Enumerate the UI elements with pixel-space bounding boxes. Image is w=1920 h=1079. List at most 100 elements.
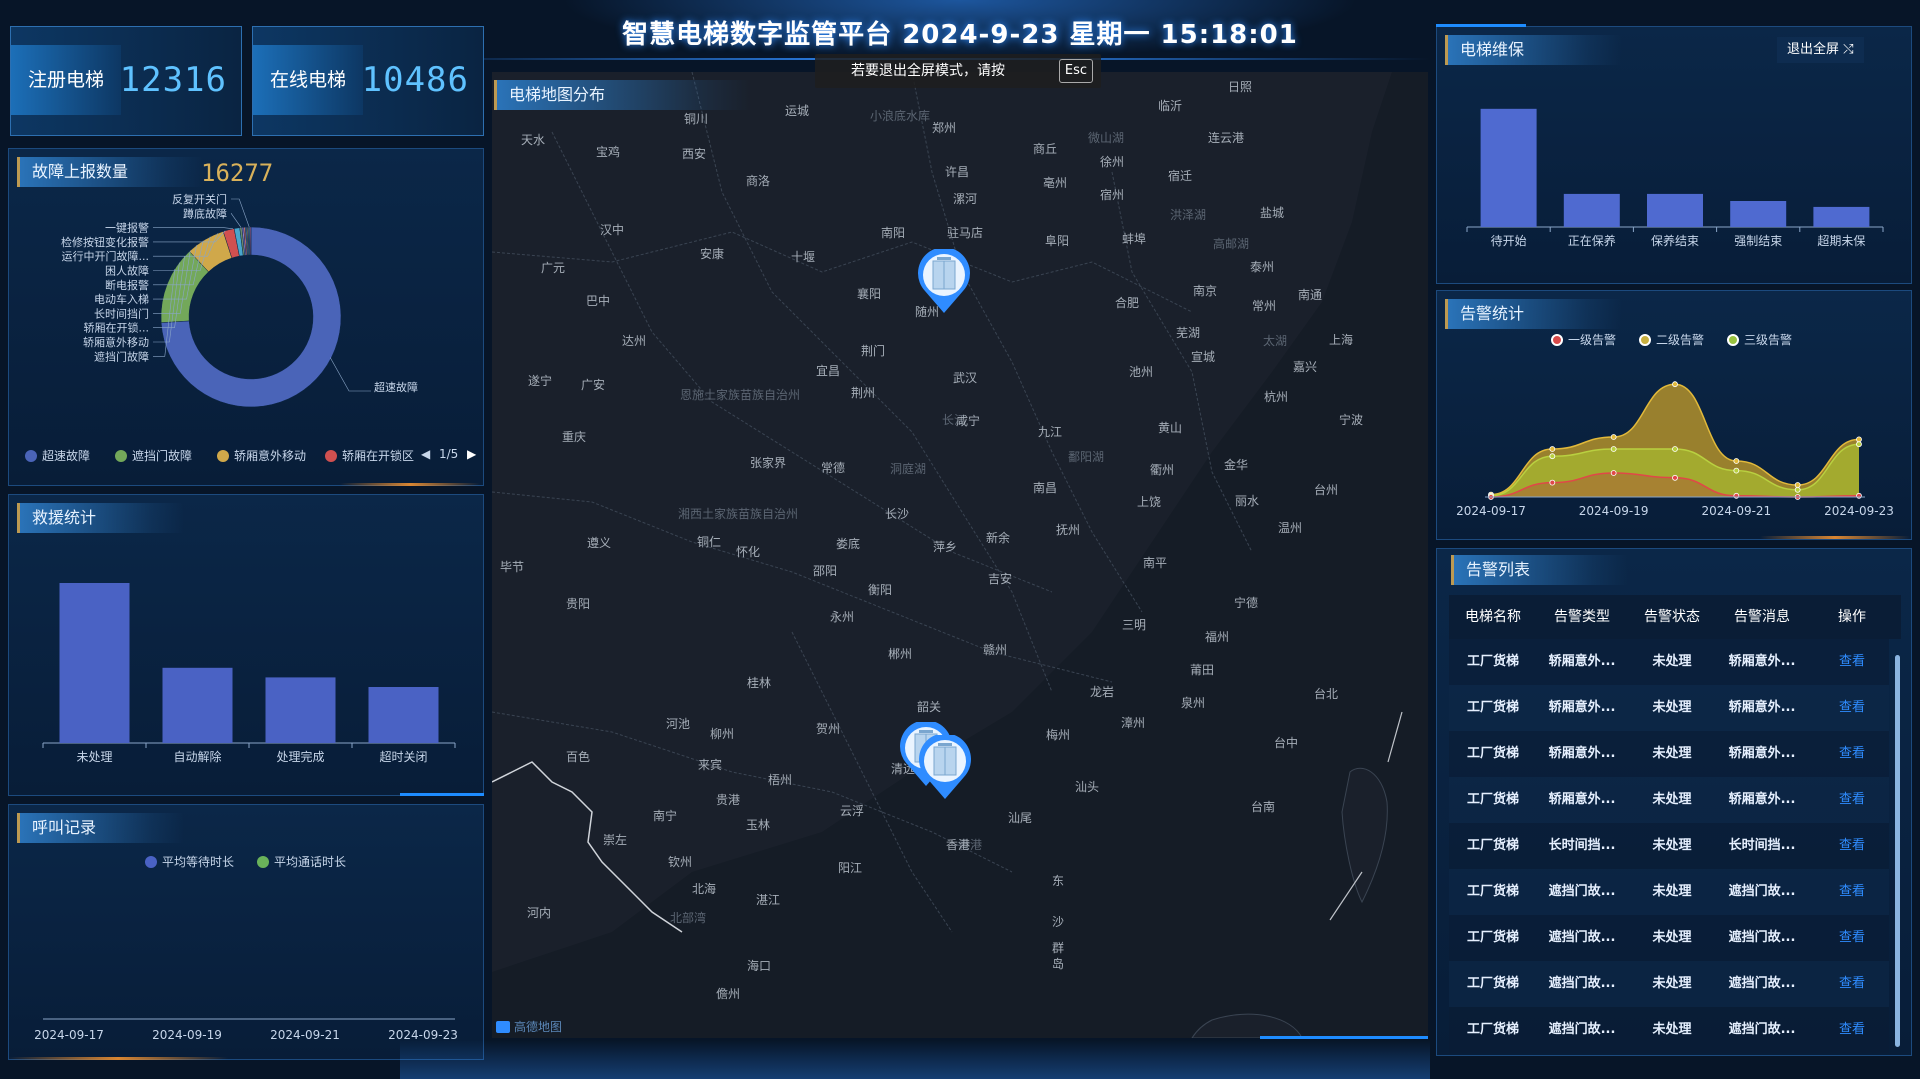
legend-item[interactable]: 一级告警 <box>1551 331 1616 348</box>
view-link[interactable]: 查看 <box>1807 777 1897 823</box>
data-point <box>1733 458 1740 464</box>
column-header: 告警状态 <box>1644 609 1700 625</box>
table-row[interactable]: 工厂货梯 轿厢意外... 未处理 轿厢意外... 查看 <box>1449 731 1889 777</box>
pie-leader-line <box>230 212 242 228</box>
legend-item[interactable]: 三级告警 <box>1727 331 1792 348</box>
legend-item[interactable]: 平均等待时长 <box>145 853 234 870</box>
x-tick-label: 正在保养 <box>1568 233 1616 248</box>
table-row[interactable]: 工厂货梯 遮挡门故... 未处理 遮挡门故... 查看 <box>1449 961 1889 1007</box>
divider <box>8 1057 228 1060</box>
divider <box>1760 536 1910 539</box>
alarm-stats-panel: 告警统计 一级告警 二级告警 三级告警 2024-09-17 2024-09-19… <box>1436 290 1912 540</box>
amap-logo-icon <box>496 1021 510 1033</box>
data-point <box>1856 441 1862 448</box>
data-point <box>1794 486 1801 493</box>
x-tick-label: 自动解除 <box>173 749 221 764</box>
pie-label: 断电报警 <box>105 278 149 292</box>
pie-label: 一键报警 <box>105 221 149 235</box>
bar <box>1563 193 1620 227</box>
panel-title: 救援统计 <box>17 503 184 533</box>
fault-panel: 故障上报数量 16277 反复开关门 蹲底故障 一键报警 检修按钮变化报警 运行中开门故… <box>8 148 484 486</box>
scrollbar[interactable] <box>1895 655 1900 1047</box>
table-cell: 轿厢意外... <box>1548 792 1616 807</box>
data-point <box>1549 479 1556 486</box>
pie-label: 反复开关门 <box>172 192 227 206</box>
pager-next-icon[interactable]: ▶ <box>467 447 476 461</box>
elevator-pin-icon <box>919 733 971 799</box>
view-link[interactable]: 查看 <box>1807 685 1897 731</box>
legend-item[interactable]: 轿厢在开锁区 <box>325 447 414 464</box>
column-header: 告警类型 <box>1554 609 1610 625</box>
legend-item[interactable]: 平均通话时长 <box>257 853 346 870</box>
stat-online: 在线电梯 10486 <box>252 26 484 136</box>
legend-item[interactable]: 超速故障 <box>25 447 90 464</box>
table-header: 电梯名称 告警类型 告警状态 告警消息 操作 <box>1449 595 1901 639</box>
exit-fullscreen-button[interactable]: 退出全屏 ⤭ <box>1777 37 1864 63</box>
esc-key: Esc <box>1058 59 1093 83</box>
table-cell: 轿厢意外... <box>1728 700 1796 715</box>
pie-label: 轿厢意外移动 <box>83 335 149 349</box>
data-point <box>1672 474 1678 481</box>
table-cell: 遮挡门故... <box>1548 976 1616 991</box>
fault-pie-chart: 反复开关门蹲底故障一键报警检修按钮变化报警运行中开门故障...困人故障断电报警电… <box>61 192 418 408</box>
x-tick-label: 2024-09-21 <box>270 1028 340 1042</box>
table-cell: 工厂货梯 <box>1466 1022 1519 1037</box>
x-tick-label: 处理完成 <box>276 749 324 764</box>
pie-slice <box>249 226 252 256</box>
view-link[interactable]: 查看 <box>1807 869 1897 915</box>
table-row[interactable]: 工厂货梯 轿厢意外... 未处理 轿厢意外... 查看 <box>1449 777 1889 823</box>
table-cell: 工厂货梯 <box>1466 792 1519 807</box>
table-row[interactable]: 工厂货梯 长时间挡... 未处理 长时间挡... 查看 <box>1449 823 1889 869</box>
data-point <box>1733 492 1740 499</box>
panel-title: 电梯维保 <box>1445 35 1622 65</box>
divider <box>1436 24 1526 27</box>
x-tick-label: 保养结束 <box>1651 233 1699 248</box>
table-row[interactable]: 工厂货梯 遮挡门故... 未处理 遮挡门故... 查看 <box>1449 869 1889 915</box>
pager-text: 1/5 <box>439 447 459 461</box>
table-cell: 遮挡门故... <box>1548 884 1616 899</box>
pie-label: 检修按钮变化报警 <box>61 235 149 249</box>
elevator-marker[interactable] <box>915 247 973 315</box>
view-link[interactable]: 查看 <box>1807 1007 1897 1053</box>
alarm-table: 电梯名称 告警类型 告警状态 告警消息 操作 工厂货梯 轿厢意外... 未处理 轿厢意… <box>1449 595 1901 1053</box>
view-link[interactable]: 查看 <box>1807 961 1897 1007</box>
map-view[interactable]: 小浪底水库 微山湖 洪泽湖 高邮湖 太湖 长江 洞庭湖 鄱阳湖 湘西土家族苗族自治州 恩施土家族苗… <box>492 72 1428 1038</box>
table-cell: 长时间挡... <box>1548 838 1616 853</box>
elevator-marker[interactable] <box>916 733 974 801</box>
legend-item[interactable]: 二级告警 <box>1639 331 1704 348</box>
legend-item[interactable]: 轿厢意外移动 <box>217 447 306 464</box>
table-cell: 工厂货梯 <box>1466 838 1519 853</box>
maintenance-bar-chart: 待开始 正在保养 保养结束 强制结束 超期未保 <box>1466 108 1884 248</box>
pie-label: 超速故障 <box>374 380 418 394</box>
data-point <box>1610 470 1617 476</box>
table-cell: 工厂货梯 <box>1466 976 1519 991</box>
view-link[interactable]: 查看 <box>1807 823 1897 869</box>
call-panel: 呼叫记录 平均等待时长 平均通话时长 2024-09-17 2024-09-19 2… <box>8 804 484 1060</box>
view-link[interactable]: 查看 <box>1807 731 1897 777</box>
fullscreen-tip: 若要退出全屏模式，请按 Esc <box>815 54 1101 88</box>
bar <box>1480 108 1537 227</box>
table-row[interactable]: 工厂货梯 轿厢意外... 未处理 轿厢意外... 查看 <box>1449 685 1889 731</box>
pie-leader-line <box>329 357 371 392</box>
view-link[interactable]: 查看 <box>1807 915 1897 961</box>
call-line-chart: 2024-09-17 2024-09-19 2024-09-21 2024-09-23 <box>34 1018 458 1042</box>
data-point <box>1549 453 1556 460</box>
table-row[interactable]: 工厂货梯 遮挡门故... 未处理 遮挡门故... 查看 <box>1449 1007 1889 1053</box>
pie-label: 蹲底故障 <box>183 206 227 220</box>
table-cell: 未处理 <box>1652 700 1692 715</box>
x-tick-label: 2024-09-19 <box>152 1028 222 1042</box>
data-point <box>1549 446 1556 452</box>
panel-title: 告警统计 <box>1445 299 1622 329</box>
map-title: 电梯地图分布 <box>494 80 751 110</box>
fault-legend: 超速故障 遮挡门故障 轿厢意外移动 轿厢在开锁区 ◀ 1/5 ▶ <box>25 447 485 467</box>
table-row[interactable]: 工厂货梯 轿厢意外... 未处理 轿厢意外... 查看 <box>1449 639 1889 685</box>
pager-prev-icon[interactable]: ◀ <box>421 447 430 461</box>
pie-label: 困人故障 <box>105 264 149 278</box>
table-row[interactable]: 工厂货梯 遮挡门故... 未处理 遮挡门故... 查看 <box>1449 915 1889 961</box>
maintenance-panel: 电梯维保 退出全屏 ⤭ 待开始 正在保养 保养结束 强制结束 超期未保 <box>1436 26 1912 284</box>
stat-value: 12316 <box>119 60 227 100</box>
legend-item[interactable]: 遮挡门故障 <box>115 447 192 464</box>
data-point <box>1794 482 1801 488</box>
table-cell: 轿厢意外... <box>1728 654 1796 669</box>
view-link[interactable]: 查看 <box>1807 639 1897 685</box>
